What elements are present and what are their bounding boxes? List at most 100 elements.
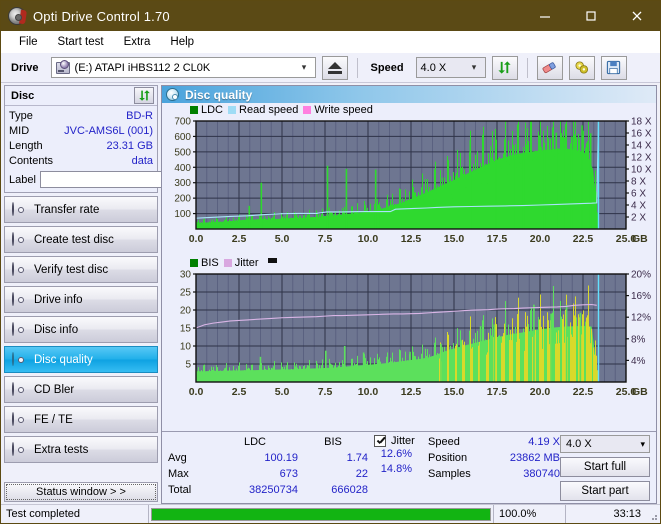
- ldc-chart-legend: LDC Read speed Write speed: [162, 103, 656, 117]
- measurements-grid: Speed 4.19 X Position 23862 MB Samples 3…: [428, 435, 560, 501]
- toolbar-divider-2: [526, 57, 528, 78]
- erase-button[interactable]: [536, 55, 563, 80]
- eject-button[interactable]: [321, 55, 348, 80]
- svg-text:20: 20: [180, 306, 192, 317]
- drive-select-value: (E:) ATAPI iHBS112 2 CL0K: [74, 61, 211, 74]
- svg-text:700: 700: [174, 117, 191, 128]
- jitter-checkbox[interactable]: [374, 435, 386, 447]
- disc-icon: [12, 411, 26, 427]
- menu-start-test[interactable]: Start test: [48, 33, 114, 51]
- menu-bar: File Start test Extra Help: [1, 31, 660, 53]
- test-speed-select[interactable]: 4.0 X ▾: [560, 435, 650, 454]
- disc-row-contents: Contents data: [9, 153, 153, 168]
- toolbar-divider-1: [356, 57, 358, 78]
- sidebar-item-label: Create test disc: [34, 233, 114, 246]
- svg-text:2.5: 2.5: [232, 386, 247, 398]
- sidebar-item-disc-quality[interactable]: Disc quality: [4, 346, 158, 373]
- save-button[interactable]: [600, 55, 627, 80]
- sidebar-item-label: Drive info: [34, 293, 83, 306]
- sidebar-item-verify-test-disc[interactable]: Verify test disc: [4, 256, 158, 283]
- disc-quality-icon: [166, 88, 179, 101]
- sidebar-item-label: Extra tests: [34, 443, 89, 456]
- jitter-checkbox-row[interactable]: Jitter: [368, 435, 428, 447]
- svg-text:10.0: 10.0: [358, 233, 379, 245]
- menu-file[interactable]: File: [9, 33, 48, 51]
- app-window: Opti Drive Control 1.70 File Start test …: [0, 0, 661, 524]
- disc-icon: [12, 201, 26, 217]
- menu-help[interactable]: Help: [160, 33, 204, 51]
- maximize-icon[interactable]: [568, 1, 614, 31]
- disc-info-rows: Type BD-R MID JVC-AMS6L (001) Length 23.…: [5, 106, 238, 192]
- sidebar-item-label: CD Bler: [34, 383, 75, 396]
- disc-row-mid: MID JVC-AMS6L (001): [9, 123, 153, 138]
- sidebar-item-cd-bler[interactable]: CD Bler: [4, 376, 158, 403]
- menu-extra[interactable]: Extra: [114, 33, 161, 51]
- disc-row-contents-key: Contents: [9, 154, 54, 167]
- svg-text:7.5: 7.5: [318, 386, 333, 398]
- svg-text:7.5: 7.5: [318, 233, 333, 245]
- svg-text:0.0: 0.0: [189, 233, 204, 245]
- legend-label-write-speed: Write speed: [314, 104, 373, 116]
- sidebar-item-drive-info[interactable]: Drive info: [4, 286, 158, 313]
- position-value: 23862 MB: [509, 452, 560, 464]
- bookmark-button[interactable]: [568, 55, 595, 80]
- status-window-button[interactable]: Status window > >: [4, 482, 158, 502]
- window-controls: [522, 1, 660, 31]
- sidebar-item-fe-te[interactable]: FE / TE: [4, 406, 158, 433]
- disc-row-type: Type BD-R: [9, 108, 153, 123]
- speed-key: Speed: [428, 436, 460, 448]
- refresh-button[interactable]: [491, 55, 518, 80]
- disc-icon: [12, 231, 26, 247]
- disc-label-row: Label: [9, 170, 238, 189]
- svg-text:10: 10: [180, 342, 192, 353]
- position-key: Position: [428, 452, 468, 464]
- stats-row-avg-key: Avg: [168, 452, 187, 464]
- erase-icon: [542, 62, 556, 74]
- bis-chart-block: BIS Jitter 5 10 15 20 25 30 4% 8% 12% 16% 20% 0.0 2.…: [162, 256, 656, 409]
- ldc-chart: 100 200 300 400 500 600 700 2 X4 X6 X8 X10 X12 …: [174, 117, 652, 246]
- jitter-max-value: 14.8%: [380, 463, 412, 475]
- drive-select[interactable]: (E:) ATAPI iHBS112 2 CL0K ▾: [50, 57, 316, 78]
- svg-text:2.5: 2.5: [232, 233, 247, 245]
- svg-text:16%: 16%: [631, 291, 651, 302]
- legend-label-ldc: LDC: [201, 104, 224, 116]
- legend-label-read-speed: Read speed: [239, 104, 299, 116]
- disc-panel-title: Disc: [11, 89, 35, 102]
- stats-row-max-ldc: 673: [279, 468, 298, 480]
- stats-corner: [168, 435, 212, 450]
- svg-text:20.0: 20.0: [530, 233, 551, 245]
- start-full-button[interactable]: Start full: [560, 457, 650, 478]
- progress-bar: [151, 507, 491, 521]
- svg-text:GB: GB: [632, 233, 648, 245]
- disc-row-contents-value: data: [131, 154, 153, 167]
- legend-item-jitter: Jitter: [223, 257, 259, 269]
- legend-item-bis: BIS: [190, 257, 219, 269]
- sidebar-item-create-test-disc[interactable]: Create test disc: [4, 226, 158, 253]
- close-icon[interactable]: [614, 1, 660, 31]
- sidebar-item-disc-info[interactable]: Disc info: [4, 316, 158, 343]
- sidebar-item-label: FE / TE: [34, 413, 73, 426]
- disc-row-mid-key: MID: [9, 124, 30, 137]
- stats-right: Speed 4.19 X Position 23862 MB Samples 3…: [428, 435, 656, 502]
- disc-quality-header: Disc quality: [162, 86, 656, 103]
- disc-panel-header: Disc: [5, 86, 157, 106]
- sidebar-item-extra-tests[interactable]: Extra tests: [4, 436, 158, 463]
- sidebar-item-transfer-rate[interactable]: Transfer rate: [4, 196, 158, 223]
- status-message: Test completed: [1, 505, 149, 523]
- speed-select[interactable]: 4.0 X ▾: [415, 57, 486, 78]
- drive-icon: [55, 59, 70, 74]
- progress-percent: 100.0%: [494, 505, 566, 523]
- svg-text:18 X: 18 X: [631, 117, 652, 128]
- toolbar: Drive (E:) ATAPI iHBS112 2 CL0K ▾ Speed …: [1, 53, 660, 83]
- start-part-button[interactable]: Start part: [560, 481, 650, 502]
- disc-row-type-key: Type: [9, 109, 33, 122]
- svg-text:12%: 12%: [631, 313, 651, 324]
- disc-refresh-button[interactable]: [134, 87, 154, 104]
- refresh-icon: [138, 90, 150, 101]
- minimize-icon[interactable]: [522, 1, 568, 31]
- resize-grip-icon[interactable]: [646, 505, 660, 523]
- disc-row-length-key: Length: [9, 139, 43, 152]
- chevron-down-icon: ▾: [301, 62, 307, 72]
- stats-header-bis: BIS: [324, 436, 342, 448]
- disc-row-mid-value: JVC-AMS6L (001): [64, 124, 153, 137]
